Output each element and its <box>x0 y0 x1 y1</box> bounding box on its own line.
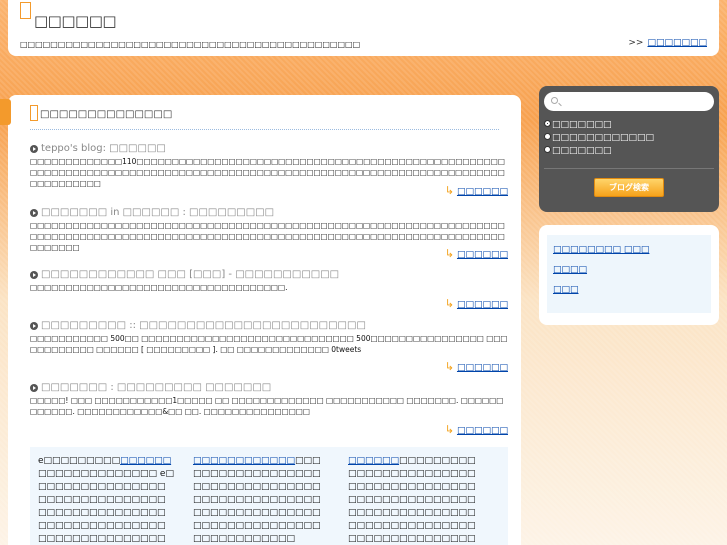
entry-title: □□□□□□□ : □□□□□□□□□ □□□□□□□ <box>41 382 272 393</box>
column-text: □□□□□□□□□□□□□□□□□□□□□□□□□□□□□□□□□□□□□□□□… <box>348 456 476 544</box>
column-link[interactable]: □□□□□□□□□□□□ <box>193 456 295 466</box>
read-more-label: □□□□□□ <box>456 426 508 436</box>
read-more-link[interactable]: ↳ □□□□□□ <box>445 297 508 310</box>
header-link-area: >> □□□□□□□ <box>628 38 707 48</box>
read-more-label: □□□□□□ <box>456 250 508 260</box>
entry-title: □□□□□□□□□ :: □□□□□□□□□□□□□□□□□□□□□□□□ <box>41 320 366 331</box>
side-links-panel: □□□□□□□□ □□□ □□□□ □□□ <box>539 225 719 325</box>
column-text: e□□□□□□□□□ <box>38 456 121 466</box>
search-icon <box>551 97 558 104</box>
entry-title-link[interactable]: □□□□□□□□□□□□ □□□ [□□□] - □□□□□□□□□□□ <box>30 269 508 280</box>
search-option-label: □□□□□□□ <box>552 120 612 130</box>
read-more-label: □□□□□□ <box>456 363 508 373</box>
return-arrow-icon: ↳ <box>444 423 454 436</box>
links-column: □□□□□□□□□□□□□□□□□□□□□□□□□□□□□□□□□□□□□□□□… <box>348 455 484 545</box>
column-link[interactable]: □□□□□□ <box>120 456 171 466</box>
links-column: e□□□□□□□□□□□□□□□ □□□□□□□□□□□□□□ e□□□□□□□□… <box>38 455 174 545</box>
entry-excerpt: □□□□□□□□□□□□□□□□□□□□□□□□□□□□□□□□□□□□□□□□… <box>30 221 505 252</box>
title-accent-mark <box>20 2 31 19</box>
search-divider <box>544 168 714 169</box>
main-tab-marker <box>0 99 11 125</box>
site-header: □□□□□□ □□□□□□□□□□□□□□□□□□□□□□□□□□□□□□□□□… <box>8 0 719 56</box>
column-text: □□□□□□□□□□□□□□□□□□□□□□□□□□□□□□□□□□□□□□□□… <box>193 456 321 544</box>
column-text: □□□□□□□□□□□□□□ e□□□□□□□□□□□□□□□□□□□□□□□□… <box>38 469 174 544</box>
bullet-arrow-icon <box>30 145 38 153</box>
return-arrow-icon: ↳ <box>444 184 454 197</box>
entry-excerpt: □□□□□□□□□□□□□110□□□□□□□□□□□□□□□□□□□□□□□□… <box>30 157 505 188</box>
section-title: □□□□□□□□□□□□□□ <box>40 109 173 120</box>
entry-excerpt: □□□□□□□□□□□ 500□□ □□□□□□□□□□□□□□□□□□□□□□… <box>30 334 508 354</box>
entry-title: teppo's blog: □□□□□□ <box>41 143 166 154</box>
entry-excerpt: □□□□□! □□□ □□□□□□□□□□□1□□□□□ □□ □□□□□□□□… <box>30 396 504 416</box>
return-arrow-icon: ↳ <box>444 297 454 310</box>
entry-title-link[interactable]: teppo's blog: □□□□□□ <box>30 143 508 154</box>
bullet-arrow-icon <box>30 384 38 392</box>
site-description: □□□□□□□□□□□□□□□□□□□□□□□□□□□□□□□□□□□□□□□□… <box>20 40 361 49</box>
section-accent-mark <box>30 105 38 121</box>
section-divider <box>30 129 499 130</box>
entry-title-link[interactable]: □□□□□□□□□ :: □□□□□□□□□□□□□□□□□□□□□□□□ <box>30 320 508 331</box>
search-option-label: □□□□□□□ <box>552 146 612 156</box>
blog-search-button[interactable]: ブログ検索 <box>594 178 664 197</box>
site-title[interactable]: □□□□□□ <box>34 12 117 30</box>
search-input[interactable] <box>544 92 714 111</box>
radio-icon <box>544 146 551 153</box>
return-arrow-icon: ↳ <box>444 360 454 373</box>
search-option[interactable]: □□□□□□□ <box>544 120 612 130</box>
entry: teppo's blog: □□□□□□ □□□□□□□□□□□□□110□□□… <box>30 143 508 189</box>
column-link[interactable]: □□□□□□ <box>348 456 399 466</box>
radio-icon <box>544 120 551 127</box>
links-column: □□□□□□□□□□□□□□□□□□□□□□□□□□□□□□□□□□□□□□□□… <box>193 455 329 545</box>
read-more-link[interactable]: ↳ □□□□□□ <box>445 247 508 260</box>
side-link[interactable]: □□□□□□□□ □□□ <box>553 245 705 255</box>
search-option-label: □□□□□□□□□□□□ <box>552 133 655 143</box>
entry-title-link[interactable]: □□□□□□□ in □□□□□□ : □□□□□□□□□ <box>30 207 508 218</box>
side-links-list: □□□□□□□□ □□□ □□□□ □□□ <box>547 235 711 313</box>
main-content: □□□□□□□□□□□□□□ teppo's blog: □□□□□□ □□□□… <box>0 95 521 545</box>
entry-title: □□□□□□□ in □□□□□□ : □□□□□□□□□ <box>41 207 275 218</box>
read-more-link[interactable]: ↳ □□□□□□ <box>445 360 508 373</box>
bullet-arrow-icon <box>30 209 38 217</box>
entry: □□□□□□□ in □□□□□□ : □□□□□□□□□ □□□□□□□□□□… <box>30 207 508 253</box>
radio-icon <box>544 133 551 140</box>
header-link-prefix: >> <box>628 38 644 48</box>
entry-title-link[interactable]: □□□□□□□ : □□□□□□□□□ □□□□□□□ <box>30 382 508 393</box>
entry-title: □□□□□□□□□□□□ □□□ [□□□] - □□□□□□□□□□□ <box>41 269 340 280</box>
bullet-arrow-icon <box>30 271 38 279</box>
read-more-link[interactable]: ↳ □□□□□□ <box>445 423 508 436</box>
bullet-arrow-icon <box>30 322 38 330</box>
links-box: e□□□□□□□□□□□□□□□□□□□□□□□□□□□□□ e□□□□□□□□… <box>30 447 508 545</box>
search-panel: □□□□□□□ □□□□□□□□□□□□ □□□□□□□ ブログ検索 <box>539 86 719 212</box>
search-option[interactable]: □□□□□□□ <box>544 146 612 156</box>
search-option[interactable]: □□□□□□□□□□□□ <box>544 133 654 143</box>
read-more-link[interactable]: ↳ □□□□□□ <box>445 184 508 197</box>
entry: □□□□□□□□□ :: □□□□□□□□□□□□□□□□□□□□□□□□ □□… <box>30 320 508 355</box>
side-link[interactable]: □□□□ <box>553 265 705 275</box>
return-arrow-icon: ↳ <box>444 247 454 260</box>
side-link[interactable]: □□□ <box>553 285 705 295</box>
header-link[interactable]: □□□□□□□ <box>647 38 707 48</box>
entry: □□□□□□□ : □□□□□□□□□ □□□□□□□ □□□□□! □□□ □… <box>30 382 508 417</box>
entry: □□□□□□□□□□□□ □□□ [□□□] - □□□□□□□□□□□ □□□… <box>30 269 508 293</box>
entry-excerpt: □□□□□□□□□□□□□□□□□□□□□□□□□□□□□□□□□□□□. <box>30 283 288 292</box>
read-more-label: □□□□□□ <box>456 300 508 310</box>
read-more-label: □□□□□□ <box>456 187 508 197</box>
